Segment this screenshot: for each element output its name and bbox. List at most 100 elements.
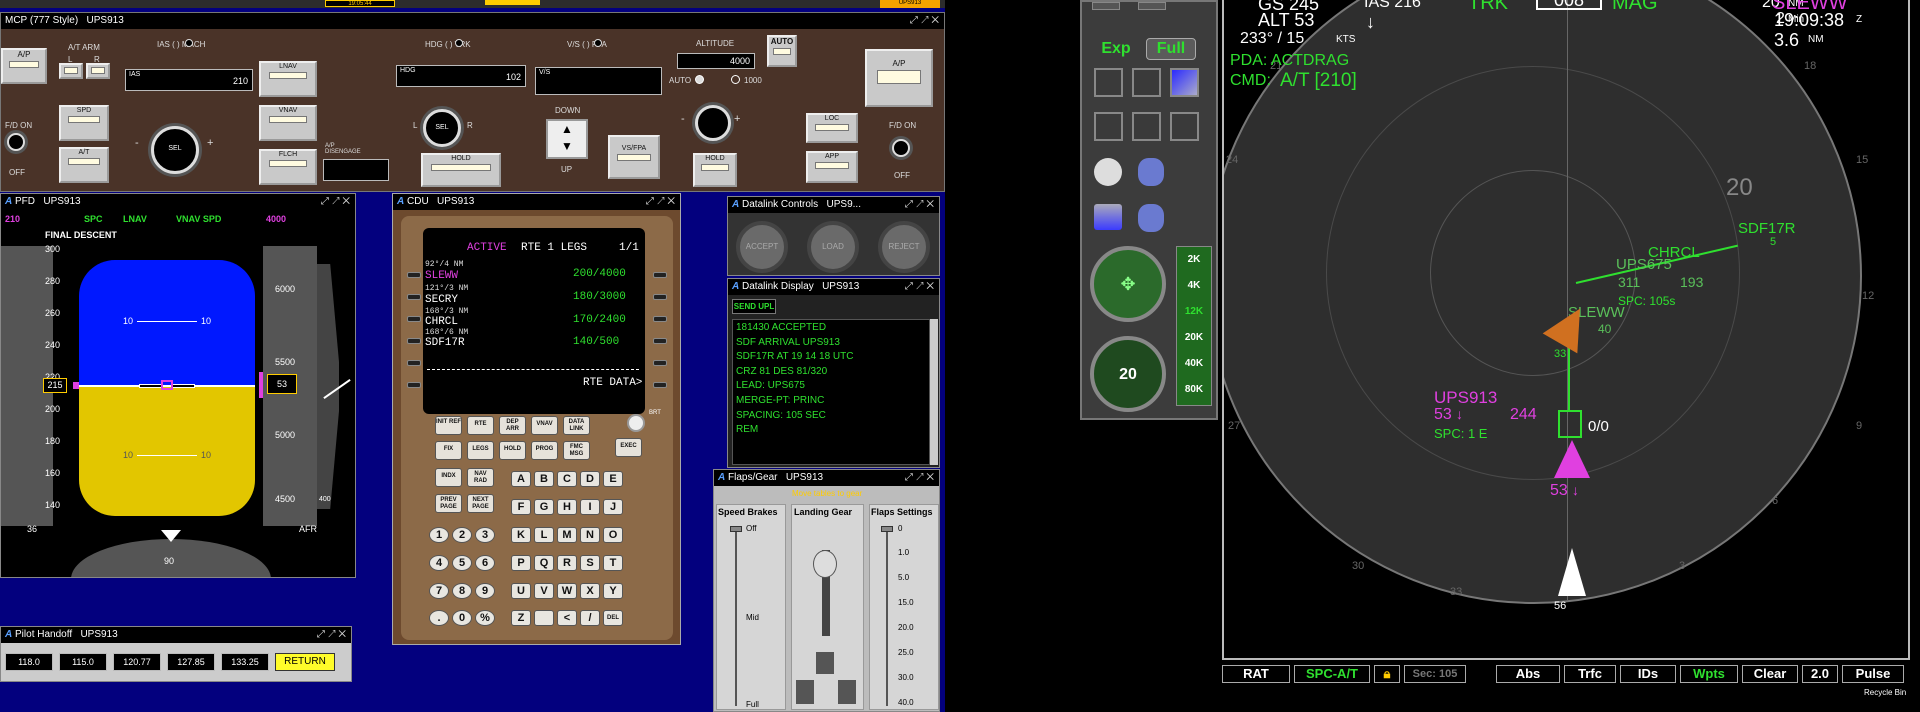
spc-at-button[interactable]: SPC-A/T xyxy=(1294,665,1370,683)
hdg-hold-button[interactable]: HOLD xyxy=(421,153,501,187)
fkey-fix[interactable]: FIX xyxy=(435,441,462,460)
vnav-button[interactable]: VNAV xyxy=(259,105,317,141)
key-b[interactable]: B xyxy=(534,471,554,487)
fkey-prog[interactable]: PROG xyxy=(531,441,558,460)
key-c[interactable]: C xyxy=(557,471,577,487)
handoff-freq[interactable]: 133.25 xyxy=(221,653,269,671)
alt-filter-40k[interactable]: 40K xyxy=(1178,352,1210,376)
clear-button[interactable]: Clear xyxy=(1742,665,1798,683)
key-p[interactable]: P xyxy=(511,555,531,571)
fkey-rte[interactable]: RTE xyxy=(467,416,494,435)
lsk-right[interactable] xyxy=(653,338,667,344)
key-h[interactable]: H xyxy=(557,499,577,515)
flaps-handle[interactable] xyxy=(881,526,893,532)
key-del[interactable]: DEL xyxy=(603,610,623,626)
window-controls[interactable]: ⤢ ↗ ✕ xyxy=(905,470,934,486)
window-controls[interactable]: ⤢ ↗ ✕ xyxy=(646,194,675,210)
fkey-legs[interactable]: LEGS xyxy=(467,441,494,460)
reject-button[interactable]: REJECT xyxy=(878,221,930,273)
send-upl-button[interactable]: SEND UPL xyxy=(732,299,776,314)
altitude-knob[interactable] xyxy=(695,105,731,141)
loc-button[interactable]: LOC xyxy=(806,113,858,143)
flch-button[interactable]: FLCH xyxy=(259,149,317,185)
dl-controls-titlebar[interactable]: A Datalink Controls UPS9... ⤢ ↗ ✕ xyxy=(728,197,939,213)
fkey-fmc-msg[interactable]: FMC MSG xyxy=(563,441,590,460)
key-x[interactable]: X xyxy=(580,583,600,599)
key-f[interactable]: F xyxy=(511,499,531,515)
key-v[interactable]: V xyxy=(534,583,554,599)
auto-button[interactable]: AUTO xyxy=(767,35,797,67)
vs-thumbwheel[interactable]: ▲ ▼ xyxy=(546,119,588,159)
dl-display-titlebar[interactable]: A Datalink Display UPS913 ⤢ ↗ ✕ xyxy=(728,279,939,295)
key-t[interactable]: T xyxy=(603,555,623,571)
ias-mach-toggle[interactable] xyxy=(185,39,193,47)
key-dot[interactable]: . xyxy=(429,610,449,626)
speed-brake-handle[interactable] xyxy=(730,526,742,532)
accept-button[interactable]: ACCEPT xyxy=(736,221,788,273)
key-m[interactable]: M xyxy=(557,527,577,543)
load-button[interactable]: LOAD xyxy=(807,221,859,273)
window-controls[interactable]: ⤢ ↗ ✕ xyxy=(905,279,934,295)
pulse-button[interactable]: Pulse xyxy=(1842,665,1904,683)
alt-filter-20k[interactable]: 20K xyxy=(1178,326,1210,350)
vs-fpa-button[interactable]: VS/FPA xyxy=(608,135,660,179)
key-4[interactable]: 4 xyxy=(429,555,449,571)
key-blank[interactable] xyxy=(534,610,554,626)
cylinder-icon[interactable] xyxy=(1138,204,1164,232)
lock-icon[interactable]: 🔒︎ xyxy=(1374,665,1400,683)
handoff-freq[interactable]: 120.77 xyxy=(113,653,161,671)
window-controls[interactable]: ⤢ ↗ ✕ xyxy=(905,197,934,213)
alt-filter-80k[interactable]: 80K xyxy=(1178,378,1210,402)
key-9[interactable]: 9 xyxy=(475,583,495,599)
key-6[interactable]: 6 xyxy=(475,555,495,571)
exp-button[interactable]: Exp xyxy=(1094,38,1138,60)
fkey-init-ref[interactable]: INIT REF xyxy=(435,416,462,435)
lsk-right[interactable] xyxy=(653,294,667,300)
clear-c-icon[interactable] xyxy=(1094,112,1123,141)
key-j[interactable]: J xyxy=(603,499,623,515)
fkey-indx[interactable]: INDX xyxy=(435,468,462,487)
brt-knob[interactable] xyxy=(627,414,645,432)
lsk-right[interactable] xyxy=(653,360,667,366)
fkey-next-page[interactable]: NEXT PAGE xyxy=(467,494,494,513)
key-1[interactable]: 1 xyxy=(429,527,449,543)
fkey-data-link[interactable]: DATA LINK xyxy=(563,416,590,435)
return-button[interactable]: RETURN xyxy=(275,653,335,671)
key-y[interactable]: Y xyxy=(603,583,623,599)
alt-1000-radio[interactable] xyxy=(731,75,740,84)
window-controls[interactable]: ⤢ ↗ ✕ xyxy=(910,13,939,29)
key-i[interactable]: I xyxy=(580,499,600,515)
lsk-left[interactable] xyxy=(407,338,421,344)
fkey-prev-page[interactable]: PREV PAGE xyxy=(435,494,462,513)
key-q[interactable]: Q xyxy=(534,555,554,571)
fkey-vnav[interactable]: VNAV xyxy=(531,416,558,435)
key-w[interactable]: W xyxy=(557,583,577,599)
key-l[interactable]: L xyxy=(534,527,554,543)
ids-button[interactable]: IDs xyxy=(1620,665,1676,683)
key-slash[interactable]: / xyxy=(580,610,600,626)
key-z[interactable]: Z xyxy=(511,610,531,626)
key-d[interactable]: D xyxy=(580,471,600,487)
handoff-freq[interactable]: 115.0 xyxy=(59,653,107,671)
ap-button-left[interactable]: A/P xyxy=(1,48,47,84)
flaps-titlebar[interactable]: A Flaps/Gear UPS913 ⤢ ↗ ✕ xyxy=(714,470,939,486)
white-circle-icon[interactable] xyxy=(1094,158,1122,186)
key-3[interactable]: 3 xyxy=(475,527,495,543)
layer-icon[interactable] xyxy=(1094,204,1122,230)
alt-hold-button[interactable]: HOLD xyxy=(693,153,737,187)
palette-top-button[interactable] xyxy=(1092,2,1120,10)
lsk-left[interactable] xyxy=(407,360,421,366)
key-s[interactable]: S xyxy=(580,555,600,571)
lnav-button[interactable]: LNAV xyxy=(259,61,317,97)
handoff-freq[interactable]: 118.0 xyxy=(5,653,53,671)
lsk-left[interactable] xyxy=(407,272,421,278)
app-button[interactable]: APP xyxy=(806,151,858,183)
cdu-titlebar[interactable]: A CDU UPS913 ⤢ ↗ ✕ xyxy=(393,194,680,210)
wpts-button[interactable]: Wpts xyxy=(1680,665,1738,683)
key-k[interactable]: K xyxy=(511,527,531,543)
fd-switch-left[interactable] xyxy=(7,133,25,151)
abs-button[interactable]: Abs xyxy=(1496,665,1560,683)
at-button[interactable]: A/T xyxy=(59,147,109,183)
alt-filter-12k[interactable]: 12K xyxy=(1178,300,1210,324)
overlay-toggle-icon[interactable] xyxy=(1094,68,1123,97)
